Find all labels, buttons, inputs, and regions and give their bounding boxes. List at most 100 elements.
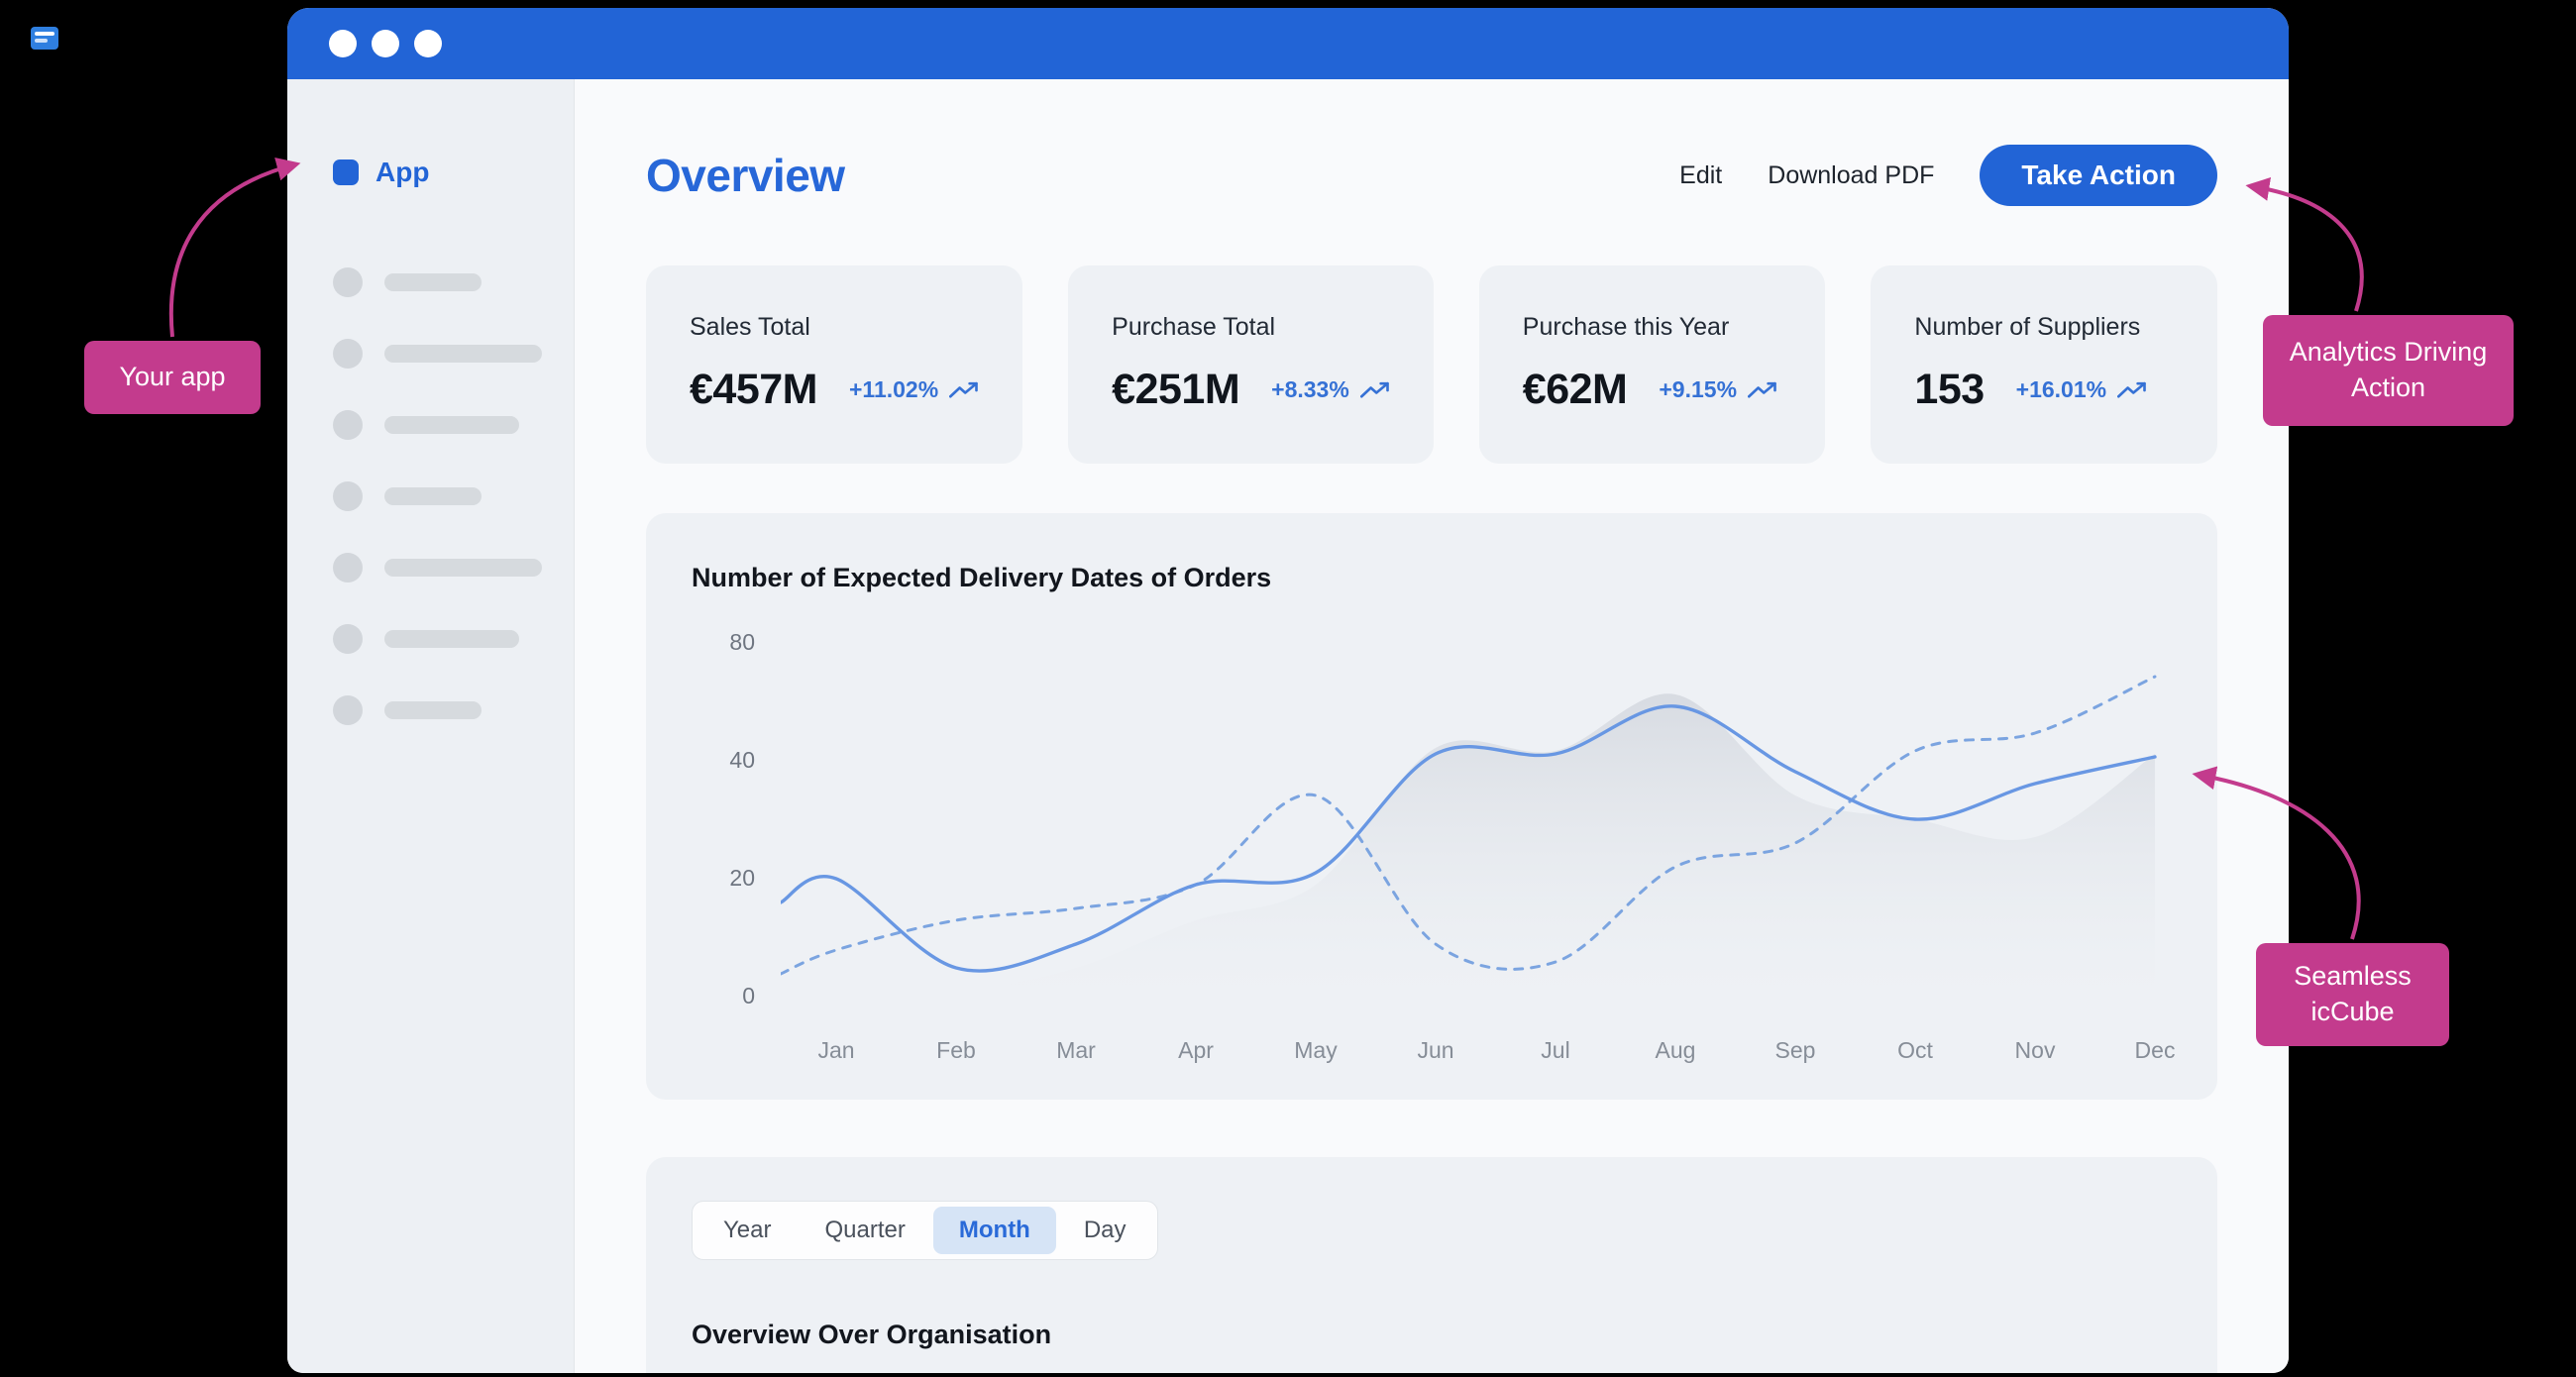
page-header: Overview Edit Download PDF Take Action bbox=[646, 145, 2217, 206]
annotation-seamless-iccube: Seamless icCube bbox=[2256, 943, 2449, 1046]
x-tick-label: Jan bbox=[817, 1037, 854, 1064]
period-tab-year[interactable]: Year bbox=[698, 1207, 798, 1254]
header-actions: Edit Download PDF Take Action bbox=[1679, 145, 2217, 206]
x-tick-label: Jun bbox=[1417, 1037, 1453, 1064]
window-dot[interactable] bbox=[329, 30, 357, 57]
chart-y-axis: 80 40 20 0 bbox=[692, 629, 781, 1009]
kpi-card-1: Purchase Total €251M +8.33% bbox=[1068, 265, 1434, 464]
annotation-analytics-driving-action: Analytics Driving Action bbox=[2263, 315, 2514, 426]
app-label: App bbox=[376, 157, 429, 188]
main-content: Overview Edit Download PDF Take Action S… bbox=[575, 79, 2289, 1373]
window-titlebar bbox=[287, 8, 2289, 79]
skeleton-dot bbox=[333, 624, 363, 654]
organisation-section-title: Overview Over Organisation bbox=[692, 1320, 2172, 1350]
kpi-card-3: Number of Suppliers 153 +16.01% bbox=[1871, 265, 2217, 464]
delivery-line-chart bbox=[781, 641, 2178, 998]
page-title: Overview bbox=[646, 149, 845, 202]
take-action-button[interactable]: Take Action bbox=[1980, 145, 2217, 206]
x-tick-label: May bbox=[1294, 1037, 1337, 1064]
screenshot-stage: App Overview Edit Download PDF Take Acti… bbox=[0, 0, 2576, 1377]
sidebar-item-app[interactable]: App bbox=[333, 157, 574, 188]
kpi-card-2: Purchase this Year €62M +9.15% bbox=[1479, 265, 1826, 464]
trending-up-icon bbox=[1748, 381, 1777, 399]
kpi-delta-text: +11.02% bbox=[849, 376, 938, 403]
skeleton-bar bbox=[384, 345, 542, 363]
kpi-delta-text: +9.15% bbox=[1659, 376, 1737, 403]
period-tab-day[interactable]: Day bbox=[1058, 1207, 1152, 1254]
window-dot[interactable] bbox=[372, 30, 399, 57]
x-tick-label: Apr bbox=[1178, 1037, 1214, 1064]
period-tab-month[interactable]: Month bbox=[933, 1207, 1056, 1254]
kpi-value: €457M bbox=[690, 366, 817, 414]
corner-logo-icon bbox=[30, 26, 59, 51]
skeleton-dot bbox=[333, 339, 363, 369]
sidebar-skeleton-item bbox=[333, 410, 574, 440]
x-tick-label: Sep bbox=[1775, 1037, 1816, 1064]
x-tick-label: Nov bbox=[2015, 1037, 2056, 1064]
chart-area-series bbox=[781, 693, 2155, 998]
download-pdf-button[interactable]: Download PDF bbox=[1768, 161, 1934, 190]
trending-up-icon bbox=[1360, 381, 1390, 399]
kpi-value: 153 bbox=[1914, 366, 1984, 414]
sidebar-skeleton-item bbox=[333, 624, 574, 654]
sidebar-skeleton-item bbox=[333, 553, 574, 583]
kpi-delta: +16.01% bbox=[2016, 376, 2147, 403]
y-tick-label: 80 bbox=[729, 629, 755, 656]
y-tick-label: 40 bbox=[729, 747, 755, 774]
x-tick-label: Jul bbox=[1541, 1037, 1569, 1064]
delivery-chart-card: Number of Expected Delivery Dates of Ord… bbox=[646, 513, 2217, 1100]
x-tick-label: Feb bbox=[936, 1037, 976, 1064]
skeleton-dot bbox=[333, 481, 363, 511]
sidebar-skeleton-item bbox=[333, 695, 574, 725]
kpi-value: €251M bbox=[1112, 366, 1239, 414]
window-dot[interactable] bbox=[414, 30, 442, 57]
kpi-label: Purchase this Year bbox=[1523, 313, 1782, 342]
window-control-dots bbox=[329, 30, 442, 57]
trending-up-icon bbox=[2117, 381, 2147, 399]
y-tick-label: 20 bbox=[729, 865, 755, 892]
kpi-label: Purchase Total bbox=[1112, 313, 1390, 342]
skeleton-bar bbox=[384, 416, 519, 434]
skeleton-bar bbox=[384, 273, 482, 291]
period-tab-quarter[interactable]: Quarter bbox=[800, 1207, 931, 1254]
x-tick-label: Mar bbox=[1056, 1037, 1096, 1064]
organisation-card: YearQuarterMonthDay Overview Over Organi… bbox=[646, 1157, 2217, 1373]
chart-plot-area bbox=[781, 641, 2178, 998]
sidebar-skeleton-item bbox=[333, 481, 574, 511]
x-tick-label: Dec bbox=[2135, 1037, 2176, 1064]
app-square-icon bbox=[333, 159, 359, 185]
your-app-arrow bbox=[171, 164, 295, 337]
app-window: App Overview Edit Download PDF Take Acti… bbox=[287, 8, 2289, 1373]
x-tick-label: Oct bbox=[1897, 1037, 1933, 1064]
kpi-delta: +11.02% bbox=[849, 376, 979, 403]
skeleton-dot bbox=[333, 553, 363, 583]
sidebar: App bbox=[287, 79, 575, 1373]
chart-x-axis: Jan Feb Mar Apr May Jun Jul Aug Sep Oct Nov Dec bbox=[781, 1037, 2178, 1071]
sidebar-skeleton-item bbox=[333, 267, 574, 297]
skeleton-bar bbox=[384, 559, 542, 577]
kpi-delta-text: +16.01% bbox=[2016, 376, 2106, 403]
skeleton-bar bbox=[384, 487, 482, 505]
sidebar-skeleton bbox=[333, 267, 574, 725]
annotation-your-app: Your app bbox=[84, 341, 261, 414]
kpi-label: Sales Total bbox=[690, 313, 979, 342]
skeleton-bar bbox=[384, 701, 482, 719]
skeleton-dot bbox=[333, 410, 363, 440]
kpi-row: Sales Total €457M +11.02% Purchase Total… bbox=[646, 265, 2217, 464]
kpi-value: €62M bbox=[1523, 366, 1628, 414]
edit-button[interactable]: Edit bbox=[1679, 161, 1722, 190]
kpi-delta-text: +8.33% bbox=[1271, 376, 1349, 403]
x-tick-label: Aug bbox=[1656, 1037, 1696, 1064]
skeleton-dot bbox=[333, 695, 363, 725]
sidebar-skeleton-item bbox=[333, 339, 574, 369]
kpi-delta: +9.15% bbox=[1659, 376, 1777, 403]
period-tabs: YearQuarterMonthDay bbox=[692, 1201, 1158, 1260]
chart-title: Number of Expected Delivery Dates of Ord… bbox=[692, 563, 2178, 593]
trending-up-icon bbox=[949, 381, 979, 399]
kpi-card-0: Sales Total €457M +11.02% bbox=[646, 265, 1022, 464]
skeleton-dot bbox=[333, 267, 363, 297]
kpi-label: Number of Suppliers bbox=[1914, 313, 2174, 342]
kpi-delta: +8.33% bbox=[1271, 376, 1390, 403]
y-tick-label: 0 bbox=[742, 983, 755, 1009]
skeleton-bar bbox=[384, 630, 519, 648]
